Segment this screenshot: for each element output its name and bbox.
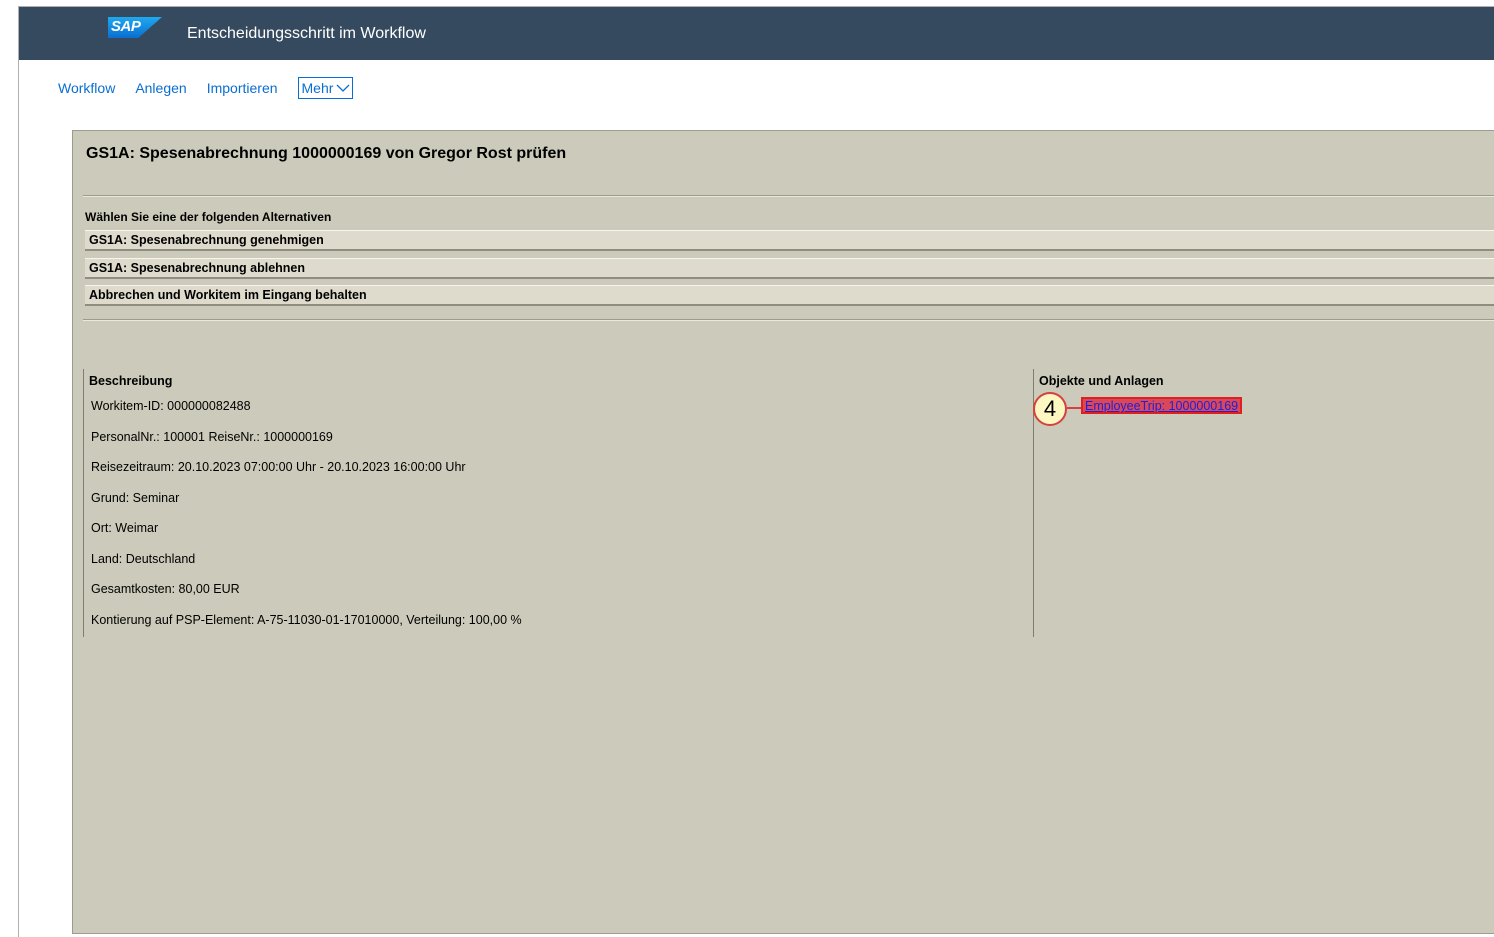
menu-anlegen[interactable]: Anlegen xyxy=(135,80,186,96)
description-line: Reisezeitraum: 20.10.2023 07:00:00 Uhr -… xyxy=(91,460,466,474)
workitem-title: GS1A: Spesenabrechnung 1000000169 von Gr… xyxy=(86,145,567,162)
more-menu-button[interactable]: Mehr xyxy=(297,77,354,99)
description-line: Land: Deutschland xyxy=(91,552,196,566)
description-line: Ort: Weimar xyxy=(91,521,159,535)
step-callout-badge: 4 xyxy=(1033,392,1067,426)
menu-bar: Workflow Anlegen Importieren Mehr xyxy=(58,77,354,99)
objects-header: Objekte und Anlagen xyxy=(1039,374,1164,388)
description-line: Workitem-ID: 000000082488 xyxy=(91,399,251,413)
approve-button[interactable]: GS1A: Spesenabrechnung genehmigen xyxy=(85,230,1494,251)
workitem-panel: GS1A: Spesenabrechnung 1000000169 von Gr… xyxy=(72,130,1494,934)
menu-importieren[interactable]: Importieren xyxy=(207,80,278,96)
callout-connector xyxy=(1067,407,1081,409)
divider xyxy=(83,319,1494,321)
description-line: Kontierung auf PSP-Element: A-75-11030-0… xyxy=(91,613,522,627)
employee-trip-link[interactable]: EmployeeTrip: 1000000169 xyxy=(1081,397,1243,414)
menu-workflow[interactable]: Workflow xyxy=(58,80,115,96)
divider xyxy=(83,195,1494,197)
description-header: Beschreibung xyxy=(89,374,173,388)
description-line: Gesamtkosten: 80,00 EUR xyxy=(91,582,240,596)
description-line: PersonalNr.: 100001 ReiseNr.: 1000000169 xyxy=(91,430,333,444)
reject-button[interactable]: GS1A: Spesenabrechnung ablehnen xyxy=(85,258,1494,279)
alternatives-label: Wählen Sie eine der folgenden Alternativ… xyxy=(85,210,332,224)
more-menu-label: Mehr xyxy=(301,80,334,96)
description-line: Grund: Seminar xyxy=(91,491,180,505)
app-title: Entscheidungsschritt im Workflow xyxy=(187,25,426,42)
cancel-keep-button[interactable]: Abbrechen und Workitem im Eingang behalt… xyxy=(85,285,1494,306)
description-panel: Beschreibung Workitem-ID: 000000082488 P… xyxy=(83,369,1034,637)
sap-logo-text: SAP xyxy=(111,18,141,35)
chevron-down-icon xyxy=(336,84,350,92)
